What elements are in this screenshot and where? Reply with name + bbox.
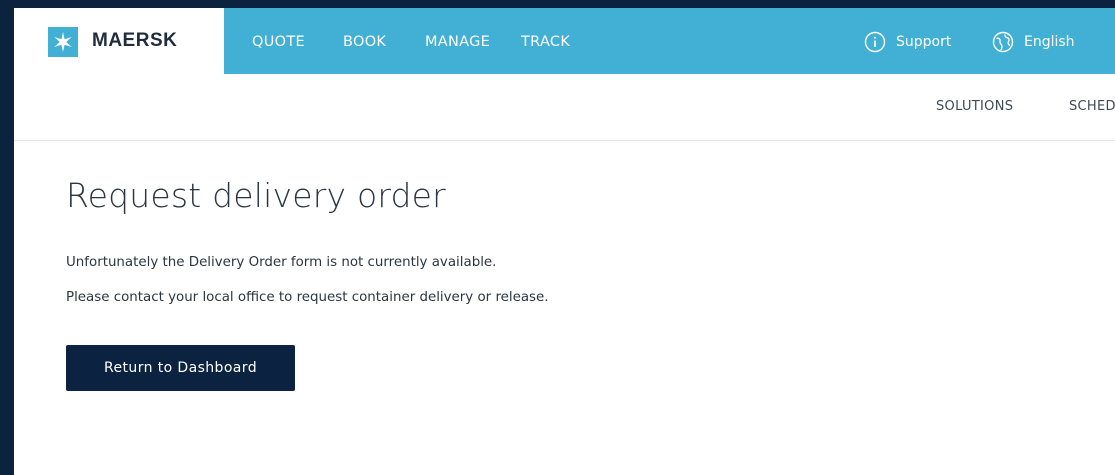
nav-quote[interactable]: QUOTE [252,32,305,52]
unavailable-message: Unfortunately the Delivery Order form is… [66,255,497,270]
secondary-nav: SOLUTIONS SCHED [14,74,1115,141]
nav-track[interactable]: TRACK [521,32,570,52]
top-header: MAERSK QUOTE BOOK MANAGE TRACK Support E… [14,8,1115,74]
support-label: Support [896,34,952,50]
star-icon [48,27,78,57]
info-icon [864,31,886,53]
nav-manage[interactable]: MANAGE [425,32,490,52]
main-nav: QUOTE BOOK MANAGE TRACK Support English [224,8,1115,74]
brand-name: MAERSK [92,30,178,51]
subnav-solutions[interactable]: SOLUTIONS [936,98,1013,116]
nav-book[interactable]: BOOK [343,32,386,52]
language-selector[interactable]: English [992,30,1075,54]
globe-icon [992,31,1014,53]
logo[interactable]: MAERSK [14,8,224,74]
language-label: English [1024,34,1075,50]
contact-message: Please contact your local office to requ… [66,290,549,305]
return-to-dashboard-button[interactable]: Return to Dashboard [66,345,295,391]
support-link[interactable]: Support [864,30,951,54]
subnav-schedules[interactable]: SCHED [1069,98,1115,116]
page-title: Request delivery order [66,176,446,215]
page: MAERSK QUOTE BOOK MANAGE TRACK Support E… [14,8,1115,475]
